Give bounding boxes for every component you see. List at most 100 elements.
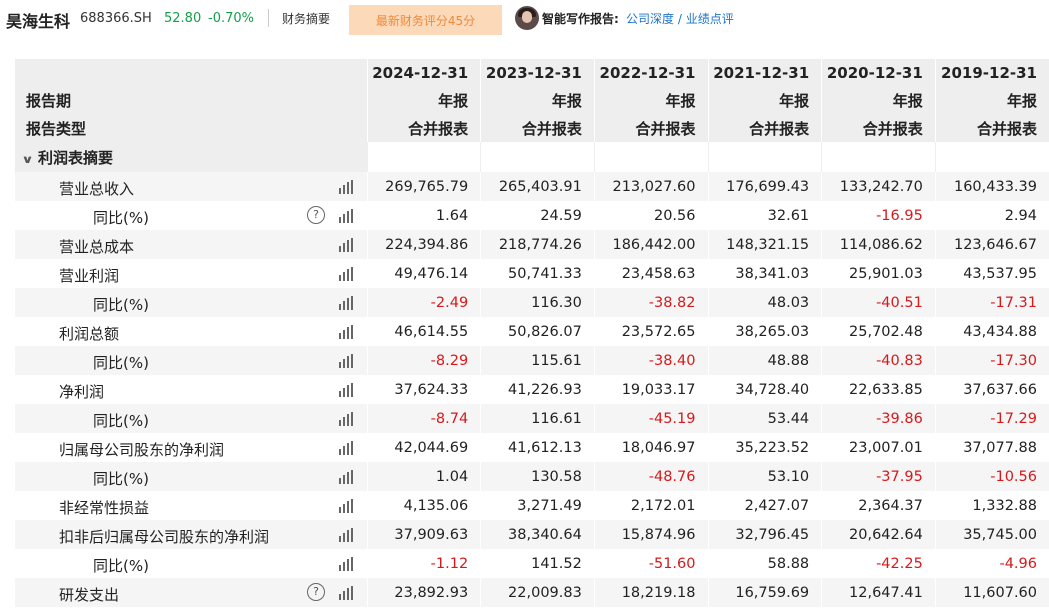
bar-chart-icon[interactable] <box>339 209 355 223</box>
help-icon[interactable]: ? <box>307 206 325 224</box>
bar-chart-icon[interactable] <box>339 557 355 571</box>
table-row: 研发支出? 23,892.93 22,009.83 18,219.18 16,759.6… <box>15 578 1049 607</box>
value-cell: 213,027.60 <box>593 172 708 201</box>
column-date: 2019-12-31 <box>934 59 1049 87</box>
bar-chart-icon[interactable] <box>339 528 355 542</box>
bar-chart-icon[interactable] <box>339 383 355 397</box>
value-cell: 42,044.69 <box>366 433 481 462</box>
row-label-cell: 营业利润 <box>15 259 368 288</box>
table-row: 营业利润 49,476.14 50,741.33 23,458.63 38,341.03… <box>15 259 1049 288</box>
table-row: 扣非后归属母公司股东的净利润 37,909.63 38,340.64 15,874.9… <box>15 520 1049 549</box>
bar-chart-icon[interactable] <box>339 238 355 252</box>
section-income-summary[interactable]: ∨ 利润表摘要 <box>15 142 1049 172</box>
column-date: 2023-12-31 <box>480 59 595 87</box>
value-cell: 115.61 <box>480 346 595 375</box>
value-cell: 16,759.69 <box>707 578 822 607</box>
value-cell: 46,614.55 <box>366 317 481 346</box>
link-company-depth[interactable]: 公司深度 <box>626 12 674 26</box>
section-title: 利润表摘要 <box>37 148 113 167</box>
avatar <box>515 6 539 30</box>
financial-table: 2024-12-31 2023-12-31 2022-12-31 2021-12-31… <box>15 59 1049 610</box>
table-row: 利润总额 46,614.55 50,826.07 23,572.65 38,265.03… <box>15 317 1049 346</box>
chevron-down-icon[interactable]: ∨ <box>21 153 34 166</box>
section-blank-cell <box>480 142 595 172</box>
price-change: -0.70% <box>208 11 254 26</box>
value-cell: -37.95 <box>821 462 936 491</box>
value-cell: 48.03 <box>707 288 822 317</box>
value-cell: -17.30 <box>934 346 1049 375</box>
value-cell: 224,394.86 <box>366 230 481 259</box>
value-cell: 38,341.03 <box>707 259 822 288</box>
value-cell: 43,537.95 <box>934 259 1049 288</box>
row-label: 营业利润 <box>59 267 120 285</box>
row-label-cell: 利润总额 <box>15 317 368 346</box>
bar-chart-icon[interactable] <box>339 267 355 281</box>
top-bar: 昊海生科 688366.SH 52.80 -0.70% 财务摘要 最新财务评分4… <box>0 0 1049 38</box>
bar-chart-icon[interactable] <box>339 586 355 600</box>
bar-chart-icon[interactable] <box>339 180 355 194</box>
value-cell: 123,646.67 <box>934 230 1049 259</box>
row-label: 扣非后归属母公司股东的净利润 <box>59 528 270 546</box>
bar-chart-icon[interactable] <box>339 325 355 339</box>
section-blank-cell <box>821 142 936 172</box>
row-label: 同比(%) <box>93 296 149 314</box>
header-row-period: 报告期 年报 年报 年报 年报 年报 年报 <box>15 87 1049 114</box>
bar-chart-icon[interactable] <box>339 499 355 513</box>
value-cell: -38.82 <box>593 288 708 317</box>
bar-chart-icon[interactable] <box>339 441 355 455</box>
value-cell: 1.04 <box>366 462 481 491</box>
header-row-type: 报告类型 合并报表 合并报表 合并报表 合并报表 合并报表 合并报表 <box>15 114 1049 142</box>
row-label-cell: 非经常性损益 <box>15 491 368 520</box>
value-cell: 43,434.88 <box>934 317 1049 346</box>
value-cell: 15,874.96 <box>593 520 708 549</box>
help-icon[interactable]: ? <box>307 583 325 601</box>
value-cell: 186,442.00 <box>593 230 708 259</box>
value-cell: 38,340.64 <box>480 520 595 549</box>
value-cell: 24.59 <box>480 201 595 230</box>
column-date: 2020-12-31 <box>821 59 936 87</box>
value-cell: 32,796.45 <box>707 520 822 549</box>
bar-chart-icon[interactable] <box>339 354 355 368</box>
financial-score-button[interactable]: 最新财务评分45分 <box>349 5 502 35</box>
value-cell: 48.88 <box>707 346 822 375</box>
bar-chart-icon[interactable] <box>339 412 355 426</box>
value-cell: 50,741.33 <box>480 259 595 288</box>
report-label: 智能写作报告: <box>542 12 619 26</box>
value-cell: 2,172.01 <box>593 491 708 520</box>
tab-financial-summary[interactable]: 财务摘要 <box>282 10 330 27</box>
value-cell: 23,892.93 <box>366 578 481 607</box>
value-cell: 218,774.26 <box>480 230 595 259</box>
value-cell: -8.29 <box>366 346 481 375</box>
bar-chart-icon[interactable] <box>339 470 355 484</box>
value-cell: 41,612.13 <box>480 433 595 462</box>
value-cell: -39.86 <box>821 404 936 433</box>
value-cell: 116.30 <box>480 288 595 317</box>
value-cell: 25,702.48 <box>821 317 936 346</box>
value-cell: 176,699.43 <box>707 172 822 201</box>
value-cell: 160,433.39 <box>934 172 1049 201</box>
column-type: 合并报表 <box>593 114 708 142</box>
label-report-period: 报告期 <box>15 87 368 114</box>
header-row-dates: 2024-12-31 2023-12-31 2022-12-31 2021-12-31… <box>15 59 1049 87</box>
section-toggle[interactable]: ∨ 利润表摘要 <box>15 142 368 172</box>
row-label-cell: 同比(%)? <box>15 201 368 230</box>
column-type: 合并报表 <box>366 114 481 142</box>
link-separator: / <box>674 12 686 26</box>
value-cell: -8.74 <box>366 404 481 433</box>
link-earnings-review[interactable]: 业绩点评 <box>686 12 734 26</box>
row-label: 同比(%) <box>93 354 149 372</box>
column-type: 合并报表 <box>707 114 822 142</box>
row-label-cell: 研发支出? <box>15 578 368 607</box>
value-cell: 3,271.49 <box>480 491 595 520</box>
value-cell: 2,427.07 <box>707 491 822 520</box>
value-cell: 2,364.37 <box>821 491 936 520</box>
column-type: 合并报表 <box>934 114 1049 142</box>
value-cell: 50,826.07 <box>480 317 595 346</box>
value-cell: -40.51 <box>821 288 936 317</box>
value-cell: 53.44 <box>707 404 822 433</box>
value-cell: 34,728.40 <box>707 375 822 404</box>
table-row: 非经常性损益 4,135.06 3,271.49 2,172.01 2,427.07 2,… <box>15 491 1049 520</box>
bar-chart-icon[interactable] <box>339 296 355 310</box>
value-cell: 37,624.33 <box>366 375 481 404</box>
value-cell: 58.88 <box>707 549 822 578</box>
